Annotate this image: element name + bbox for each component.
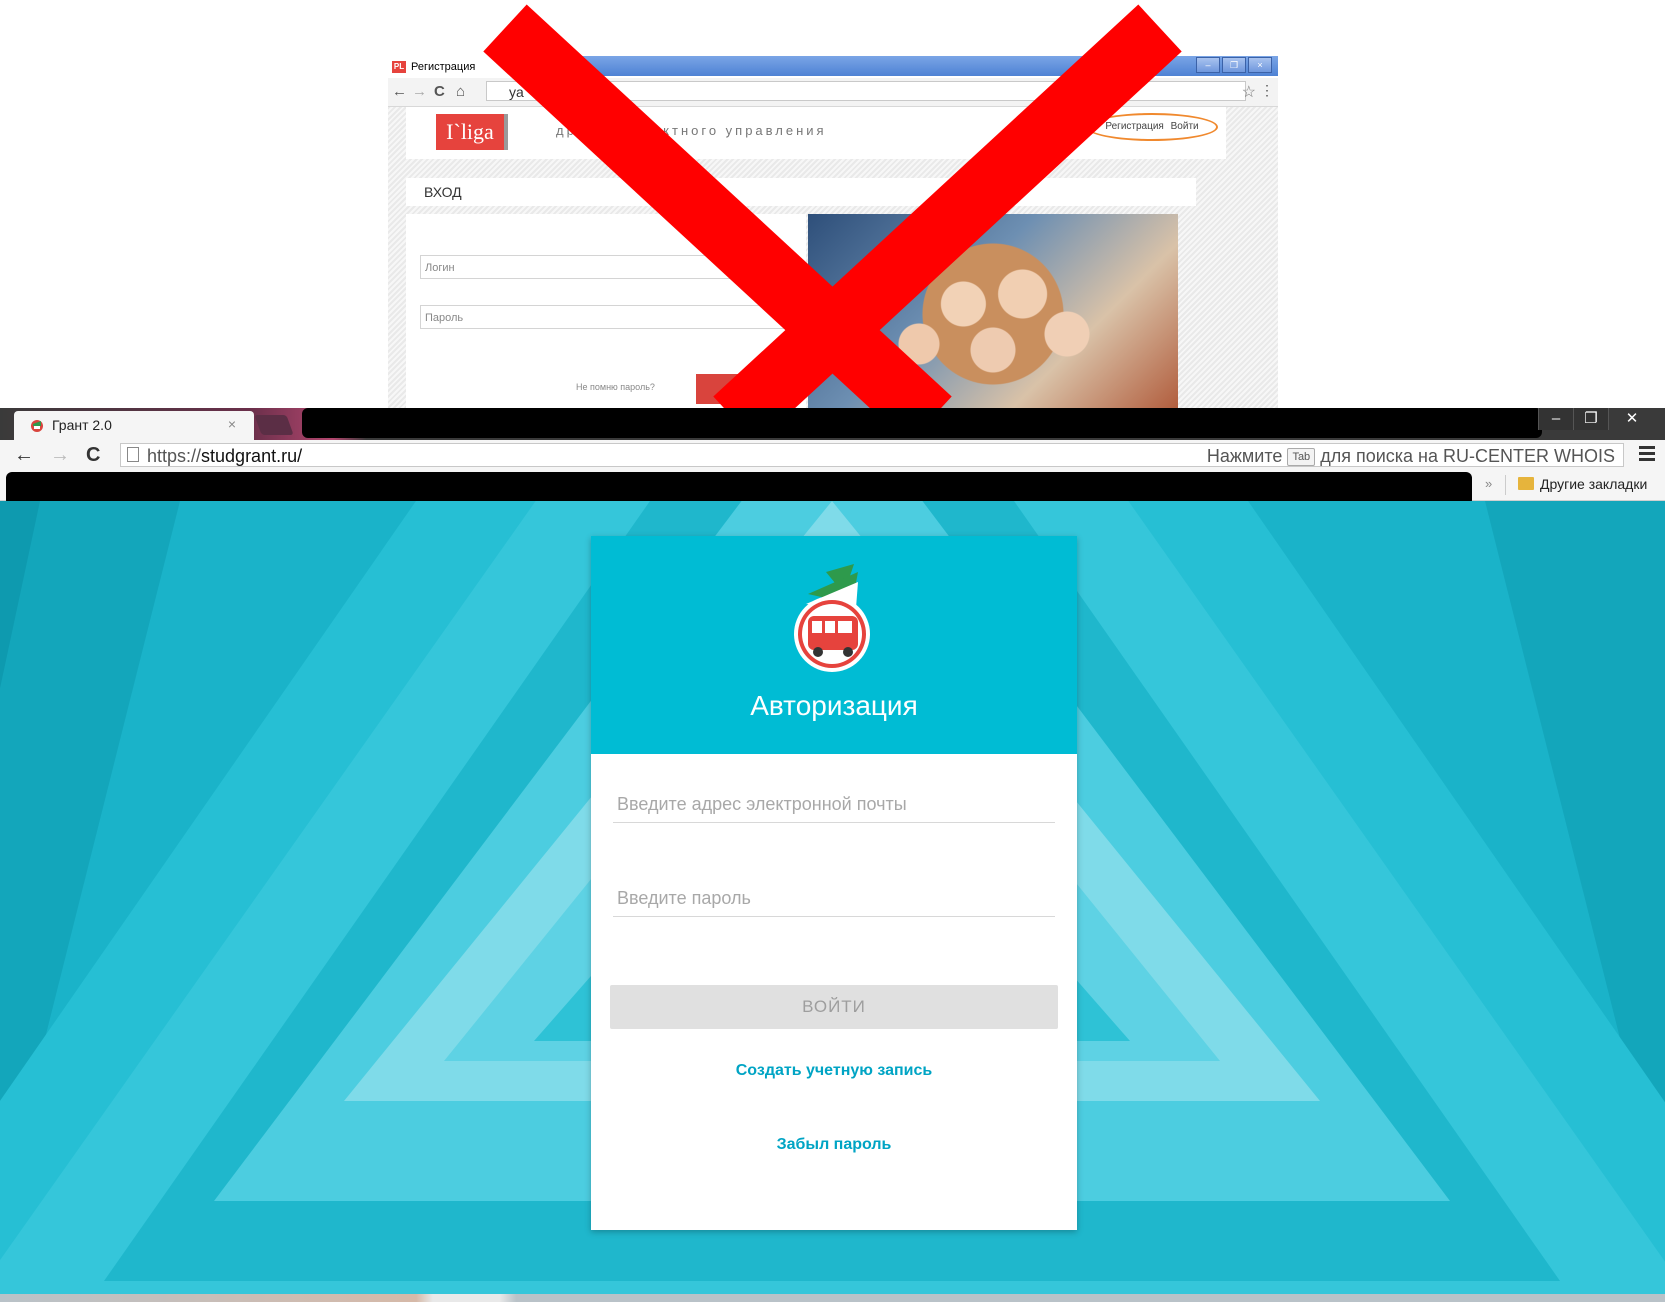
hamburger-menu-icon[interactable]: [1639, 446, 1655, 464]
old-hero-photo: [808, 214, 1178, 408]
minimize-icon[interactable]: –: [1196, 57, 1220, 73]
page-icon: [127, 447, 139, 462]
bus-flag-logo-icon: [794, 564, 870, 672]
old-site-logo[interactable]: I`liga: [436, 114, 504, 150]
page-viewport: Авторизация Введите адрес электронной по…: [0, 501, 1665, 1297]
omnibox-url: https://studgrant.ru/: [147, 445, 302, 467]
forgot-password-link[interactable]: Забыл пароль: [591, 1136, 1077, 1154]
url-scheme: https://: [147, 446, 202, 466]
new-tab-button[interactable]: [254, 415, 294, 435]
old-window-controls: – ❐ ×: [1196, 57, 1272, 73]
old-navbar: ← → C ⌂ ya ☆ ⋮: [388, 78, 1278, 107]
home-icon[interactable]: ⌂: [456, 83, 465, 100]
bookmarks-divider: [1505, 475, 1506, 495]
folder-icon: [1518, 477, 1534, 490]
old-window-title: Регистрация: [411, 61, 476, 73]
omnibox-search-hint: Нажмите Tab для поиска на RU-CENTER WHOI…: [1207, 445, 1615, 467]
arrow-right-icon[interactable]: →: [50, 443, 70, 467]
window-controls: – ❐ ✕: [1538, 408, 1655, 430]
menu-dots-icon[interactable]: ⋮: [1260, 82, 1274, 99]
old-site-screenshot: PL Регистрация – ❐ × ← → C ⌂ ya ☆ ⋮ I`li…: [388, 56, 1278, 408]
email-field[interactable]: Введите адрес электронной почты: [613, 788, 1055, 823]
tab-key-badge: Tab: [1287, 448, 1316, 466]
login-card-title: Авторизация: [750, 690, 918, 721]
url-domain: studgrant.ru/: [201, 446, 303, 466]
close-icon[interactable]: ×: [1248, 57, 1272, 73]
hint-after: для поиска на RU-CENTER WHOIS: [1320, 446, 1615, 466]
bus-flag-logo-icon: [31, 420, 43, 432]
reload-icon[interactable]: C: [434, 83, 445, 100]
old-password-input[interactable]: Пароль: [420, 305, 792, 329]
hint-before: Нажмите: [1206, 446, 1283, 466]
reload-icon[interactable]: C: [86, 443, 100, 467]
old-site-header: I`liga др ема проектного управления Реги…: [406, 107, 1226, 159]
old-titlebar-fill: [563, 56, 1278, 76]
omnibox[interactable]: https://studgrant.ru/ Нажмите Tab для по…: [120, 443, 1624, 467]
password-field[interactable]: Введите пароль: [613, 882, 1055, 917]
login-button[interactable]: ВОЙТИ: [610, 985, 1058, 1029]
old-register-link[interactable]: Регистрация: [1105, 121, 1163, 132]
arrow-left-icon[interactable]: ←: [14, 443, 34, 467]
old-forgot-link[interactable]: Не помню пароль?: [576, 382, 655, 392]
old-page-body: I`liga др ема проектного управления Реги…: [388, 107, 1278, 408]
old-favicon: PL: [392, 61, 406, 73]
create-account-link[interactable]: Создать учетную запись: [591, 1062, 1077, 1080]
taskbar-strip: [0, 1294, 1665, 1302]
email-placeholder: Введите адрес электронной почты: [617, 794, 907, 814]
browser-toolbar: ← → C https://studgrant.ru/ Нажмите Tab …: [0, 440, 1665, 470]
tab-close-icon[interactable]: ×: [228, 416, 236, 432]
password-placeholder: Введите пароль: [617, 888, 751, 908]
minimize-icon[interactable]: –: [1538, 408, 1573, 430]
restore-icon[interactable]: ❐: [1222, 57, 1246, 73]
old-site-slogan: др ема проектного управления: [556, 123, 827, 138]
tab-title: Грант 2.0: [52, 417, 112, 433]
other-bookmarks[interactable]: Другие закладки: [1540, 476, 1647, 492]
restore-icon[interactable]: ❐: [1573, 408, 1608, 430]
forward-arrow-icon[interactable]: →: [412, 83, 427, 100]
login-card-header: Авторизация: [591, 536, 1077, 754]
close-icon[interactable]: ✕: [1608, 408, 1655, 430]
bookmark-star-icon[interactable]: ☆: [1242, 82, 1256, 102]
bookmarks-overflow-icon[interactable]: »: [1485, 476, 1492, 491]
old-login-form: Логин Пароль Не помню пароль?: [406, 214, 806, 408]
browser-window: Грант 2.0 × – ❐ ✕ ← → C https://studgran…: [0, 408, 1665, 1302]
old-window-titlebar: PL Регистрация – ❐ ×: [388, 56, 1278, 78]
old-address-bar[interactable]: ya: [486, 81, 1246, 101]
old-auth-links-highlight: Регистрация Войти: [1086, 113, 1218, 141]
tab-strip: Грант 2.0 × – ❐ ✕: [0, 408, 1665, 440]
old-submit-button[interactable]: [696, 374, 776, 404]
old-login-input[interactable]: Логин: [420, 255, 792, 279]
tab-grant[interactable]: Грант 2.0 ×: [14, 411, 254, 440]
login-card: Авторизация Введите адрес электронной по…: [591, 536, 1077, 1230]
back-arrow-icon[interactable]: ←: [392, 83, 407, 100]
old-section-title: ВХОД: [406, 178, 1196, 206]
old-login-link[interactable]: Войти: [1171, 121, 1199, 132]
bookmarks-bar: » Другие закладки: [0, 470, 1665, 506]
redaction-bar-tabs: [302, 408, 1542, 438]
